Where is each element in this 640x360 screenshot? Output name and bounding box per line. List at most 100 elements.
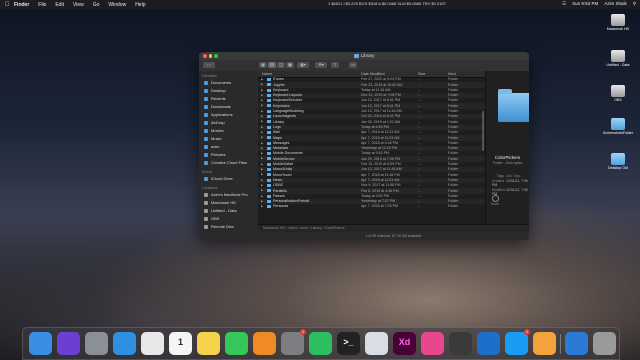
disclosure-triangle-icon[interactable]: ▶ [261,125,263,129]
disclosure-triangle-icon[interactable]: ▶ [261,194,263,198]
sidebar-item-movies[interactable]: Movies [199,127,258,135]
icon-view-button[interactable]: ▦ [259,62,267,68]
disclosure-triangle-icon[interactable]: ▶ [261,167,263,171]
scrollbar[interactable] [482,111,484,151]
disclosure-triangle-icon[interactable]: ▶ [261,88,263,92]
disclosure-triangle-icon[interactable]: ▶ [261,98,263,102]
desktop-icon-screenshots-folder[interactable]: ScreenshotsFolder [598,118,638,135]
disclosure-triangle-icon[interactable]: ▶ [261,188,263,192]
sidebar-item-creative-cloud-files[interactable]: Creative Cloud Files [199,159,258,167]
sidebar-item-recents[interactable]: Recents [199,95,258,103]
disclosure-triangle-icon[interactable]: ▶ [261,93,263,97]
dock-obs-icon[interactable] [449,332,472,355]
tag-icon[interactable]: ▭ [349,62,357,68]
search-icon[interactable]: ⚲ [633,1,636,7]
disclosure-triangle-icon[interactable]: ▶ [261,109,263,113]
more-icon[interactable] [492,195,499,202]
dock-vscode-icon[interactable] [565,332,588,355]
sidebar-item-obs[interactable]: OBS [199,215,258,223]
dock-chrome-icon[interactable] [141,332,164,355]
table-row[interactable]: ▶ Personas Apr 7, 2018 at 7:25 PM -- Folder [258,204,485,209]
dock-safari-icon[interactable] [113,332,136,355]
disclosure-triangle-icon[interactable]: ▶ [261,178,263,182]
disclosure-triangle-icon[interactable]: ▶ [261,141,263,145]
share-icon[interactable]: ⇧ [331,62,339,68]
dock-edge-icon[interactable] [477,332,500,355]
sidebar-item-music[interactable]: Music [199,135,258,143]
disclosure-triangle-icon[interactable]: ▶ [261,82,263,86]
disclosure-triangle-icon[interactable]: ▶ [261,151,263,155]
column-view-button[interactable]: ◫ [277,62,285,68]
gallery-view-button[interactable]: ▩ [286,62,294,68]
sidebar-item-remote-disc[interactable]: Remote Disc [199,223,258,231]
wifi-icon[interactable]: ☰ [562,1,566,7]
dock-books-icon[interactable] [253,332,276,355]
column-header-name[interactable]: Name [262,72,272,76]
apple-menu-icon[interactable]:  [0,2,14,8]
dock-facetime-icon[interactable] [225,332,248,355]
sidebar-item-applications[interactable]: Applications [199,111,258,119]
menu-help[interactable]: Help [135,2,145,8]
disclosure-triangle-icon[interactable]: ▶ [261,162,263,166]
disclosure-triangle-icon[interactable]: ▶ [261,103,263,107]
sidebar-item-azim[interactable]: azim [199,143,258,151]
disclosure-triangle-icon[interactable]: ▶ [261,199,263,203]
path-bar[interactable]: Macintosh HD › Users › azim › Library › … [258,224,529,232]
disclosure-triangle-icon[interactable]: ▶ [261,156,263,160]
desktop-icon-macintosh-hd[interactable]: Macintosh HD [598,14,638,31]
sidebar-item-untitled-data[interactable]: Untitled - Data [199,207,258,215]
sidebar-item-documents[interactable]: Documents [199,79,258,87]
action-gear-icon[interactable]: ⚙▾ [315,62,327,68]
tags-field[interactable]: Add Tags... [506,174,523,178]
desktop-icon-obs[interactable]: OBS [598,85,638,102]
user-name[interactable]: Azim Shaik [604,1,627,7]
disclosure-triangle-icon[interactable]: ▶ [261,146,263,150]
disclosure-triangle-icon[interactable]: ▶ [261,183,263,187]
sidebar-item-desktop[interactable]: Desktop [199,87,258,95]
disclosure-triangle-icon[interactable]: ▶ [261,172,263,176]
column-header-date[interactable]: Date Modified [361,72,384,76]
desktop-icon-untitled-data[interactable]: Untitled - Data [598,50,638,67]
sidebar-item-macbook[interactable]: Azim's MacBook Pro [199,191,258,199]
disclosure-triangle-icon[interactable]: ▶ [261,135,263,139]
dock-adobe-xd-icon[interactable]: Xd [393,332,416,355]
dock-calendar-icon[interactable]: 1 [169,332,192,355]
disclosure-triangle-icon[interactable]: ▶ [261,119,263,123]
desktop-icon-desktop-old[interactable]: Desktop Old [598,153,638,170]
menu-edit[interactable]: Edit [55,2,64,8]
column-header-kind[interactable]: Kind [448,72,456,76]
dock-app-store-icon[interactable]: 1 [505,329,530,355]
crypto-ticker[interactable]: 1 $6521 ł $0.229 BCH $318 A $0.0466 XLM … [328,1,446,6]
disclosure-triangle-icon[interactable]: ▶ [261,130,263,134]
sidebar-item-airdrop[interactable]: AirDrop [199,119,258,127]
dock-infuse-icon[interactable] [533,332,556,355]
title-bar[interactable]: Library [199,52,529,60]
disclosure-triangle-icon[interactable]: ▶ [261,114,263,118]
disclosure-triangle-icon[interactable]: ▶ [261,204,263,208]
back-forward-button[interactable]: ‹ › [203,62,215,68]
sidebar-item-pictures[interactable]: Pictures [199,151,258,159]
disclosure-triangle-icon[interactable]: ▶ [261,77,263,81]
more-button[interactable]: More... [491,202,502,206]
list-view-button[interactable]: ☰ [268,62,276,68]
dock-launchpad-icon[interactable] [85,332,108,355]
dock-terminal-icon[interactable]: >_ [337,332,360,355]
menu-window[interactable]: Window [108,2,126,8]
dock-app-store-pink-icon[interactable] [421,332,444,355]
menu-file[interactable]: File [38,2,46,8]
clock[interactable]: Sun 9:53 PM [572,1,598,7]
menu-finder[interactable]: Finder [14,2,29,8]
group-button[interactable]: ▦▾ [297,62,309,68]
sidebar-item-macintosh-hd[interactable]: Macintosh HD [199,199,258,207]
dock-system-preferences-icon[interactable]: 1 [281,329,306,355]
dock-siri-icon[interactable] [57,332,80,355]
column-header-size[interactable]: Size [418,72,425,76]
menu-go[interactable]: Go [93,2,100,8]
dock-trash-icon[interactable] [593,332,616,355]
dock-evernote-icon[interactable] [309,332,332,355]
dock-notes-icon[interactable] [197,332,220,355]
menu-view[interactable]: View [73,2,84,8]
sidebar-item-downloads[interactable]: Downloads [199,103,258,111]
dock-finder-icon[interactable] [29,332,52,355]
sidebar-item-icloud-drive[interactable]: iCloud Drive [199,175,258,183]
